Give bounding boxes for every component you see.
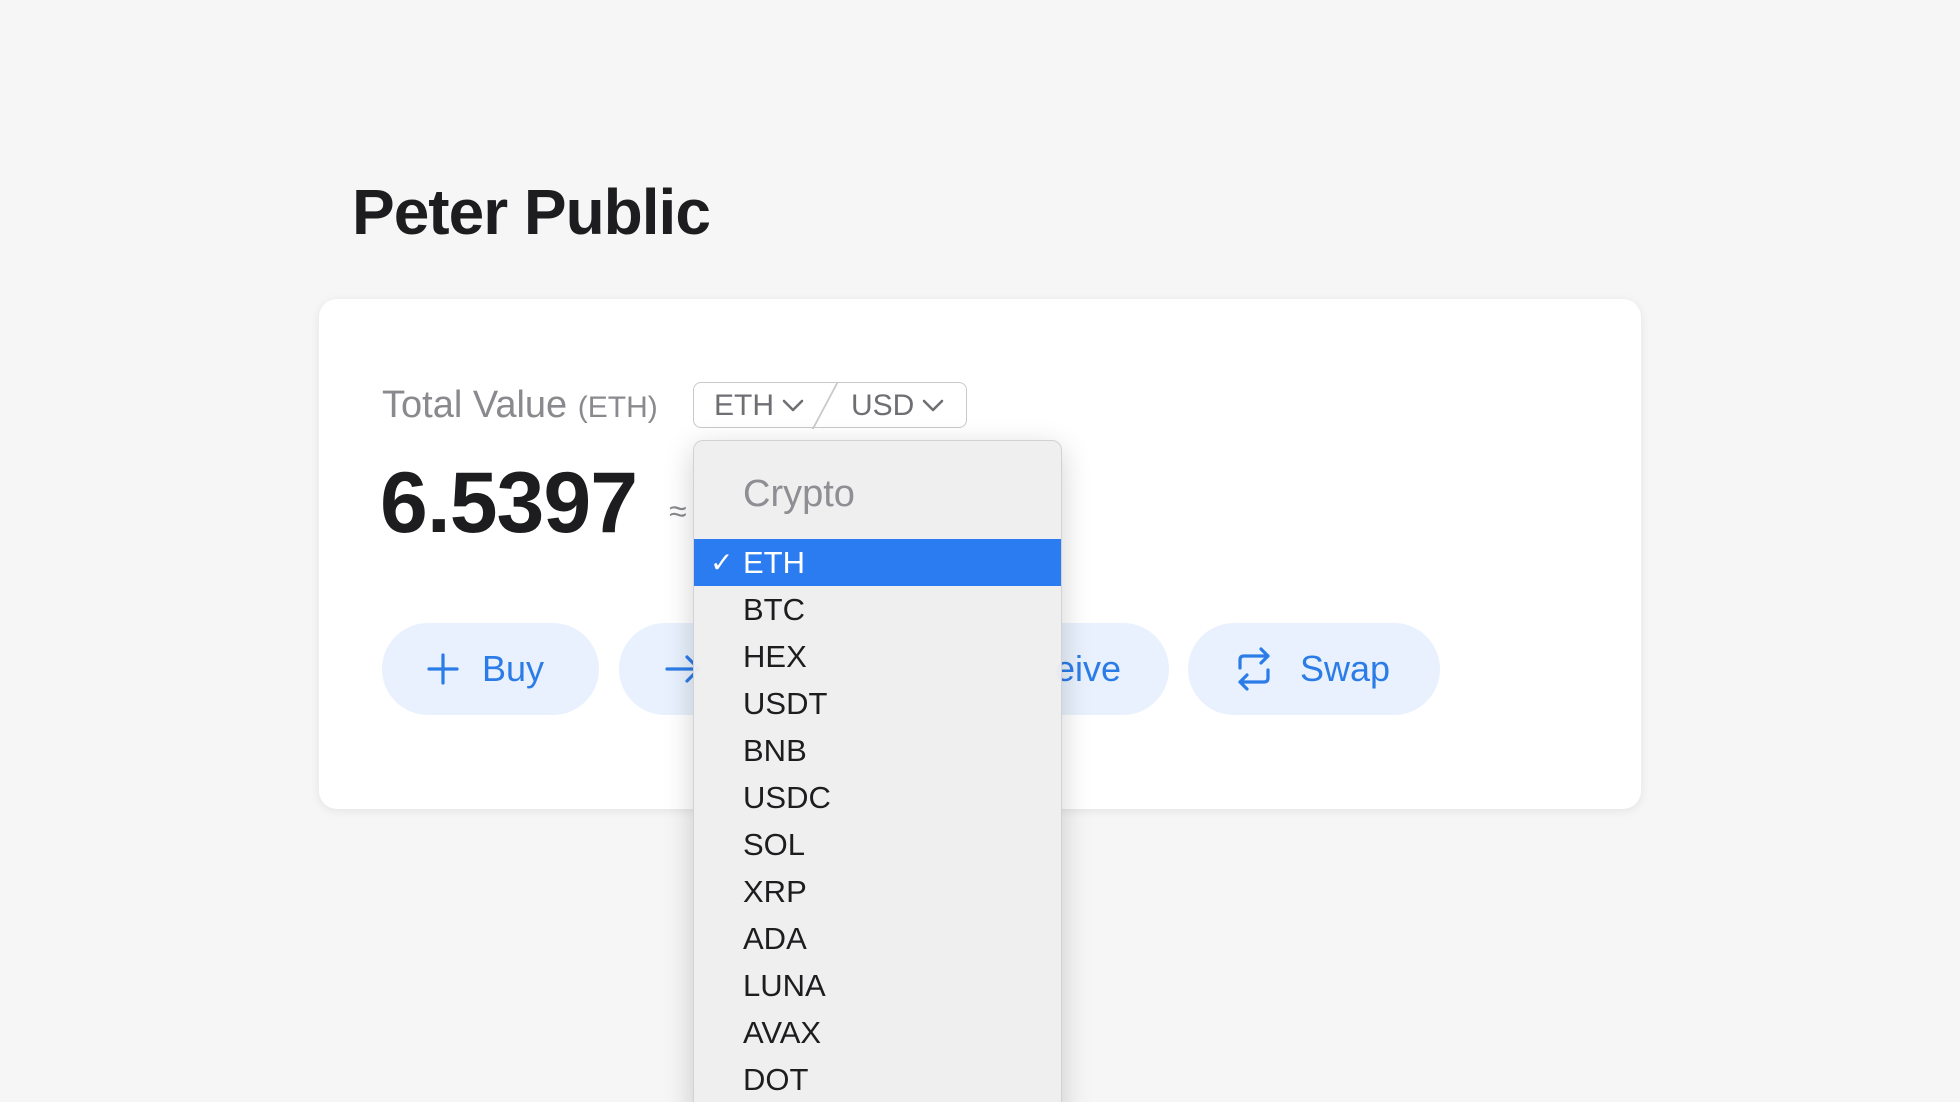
fiat-currency-select[interactable]: USD [851, 383, 944, 429]
total-value-label: Total Value (ETH) [382, 386, 658, 424]
dropdown-option-luna[interactable]: LUNA [694, 962, 1061, 1009]
option-label: BTC [743, 592, 805, 627]
currency-toggle: ETH USD [693, 382, 967, 429]
crypto-currency-label: ETH [714, 389, 774, 422]
dropdown-group-header: Crypto [743, 473, 855, 515]
swap-button-label: Swap [1300, 648, 1391, 689]
buy-button[interactable]: Buy [382, 623, 599, 715]
option-label: XRP [743, 874, 807, 909]
page-title: Peter Public [352, 176, 711, 248]
option-label: ETH [743, 545, 805, 580]
dropdown-option-ada[interactable]: ADA [694, 915, 1061, 962]
receive-button-label: eive [1054, 648, 1121, 689]
chevron-down-icon [782, 399, 804, 412]
dropdown-option-usdt[interactable]: USDT [694, 680, 1061, 727]
dropdown-option-dot[interactable]: DOT [694, 1056, 1061, 1102]
dropdown-option-xrp[interactable]: XRP [694, 868, 1061, 915]
dropdown-option-btc[interactable]: BTC [694, 586, 1061, 633]
plus-icon [427, 653, 459, 685]
total-unit: (ETH) [577, 391, 658, 424]
fiat-currency-label: USD [851, 389, 915, 422]
toggle-divider [811, 383, 838, 429]
total-label-text: Total Value [382, 384, 568, 426]
option-label: DOT [743, 1062, 809, 1097]
swap-arrows-icon [1238, 647, 1270, 691]
option-label: BNB [743, 733, 807, 768]
dropdown-option-usdc[interactable]: USDC [694, 774, 1061, 821]
dropdown-option-hex[interactable]: HEX [694, 633, 1061, 680]
dropdown-option-avax[interactable]: AVAX [694, 1009, 1061, 1056]
total-value-amount: 6.5397 [380, 455, 638, 551]
crypto-currency-select[interactable]: ETH [714, 383, 804, 429]
dropdown-option-bnb[interactable]: BNB [694, 727, 1061, 774]
approx-symbol: ≈ [669, 493, 687, 529]
option-label: HEX [743, 639, 807, 674]
option-label: USDC [743, 780, 831, 815]
swap-button[interactable]: Swap [1188, 623, 1440, 715]
checkmark-icon: ✓ [710, 547, 734, 578]
chevron-down-icon [923, 399, 944, 412]
option-label: USDT [743, 686, 828, 721]
dropdown-option-sol[interactable]: SOL [694, 821, 1061, 868]
dropdown-options: ✓ ETH BTC HEX USDT BNB USDC SOL XRP ADA L… [694, 539, 1061, 1102]
option-label: SOL [743, 827, 806, 862]
crypto-dropdown-menu: Crypto ✓ ETH BTC HEX USDT BNB USDC SOL XR… [693, 440, 1062, 1102]
buy-button-label: Buy [482, 648, 545, 689]
option-label: AVAX [743, 1015, 822, 1050]
dropdown-option-eth[interactable]: ✓ ETH [694, 539, 1061, 586]
app-stage: Peter Public Total Value (ETH) ETH USD 6… [0, 0, 1960, 1102]
option-label: ADA [743, 921, 807, 956]
option-label: LUNA [743, 968, 826, 1003]
